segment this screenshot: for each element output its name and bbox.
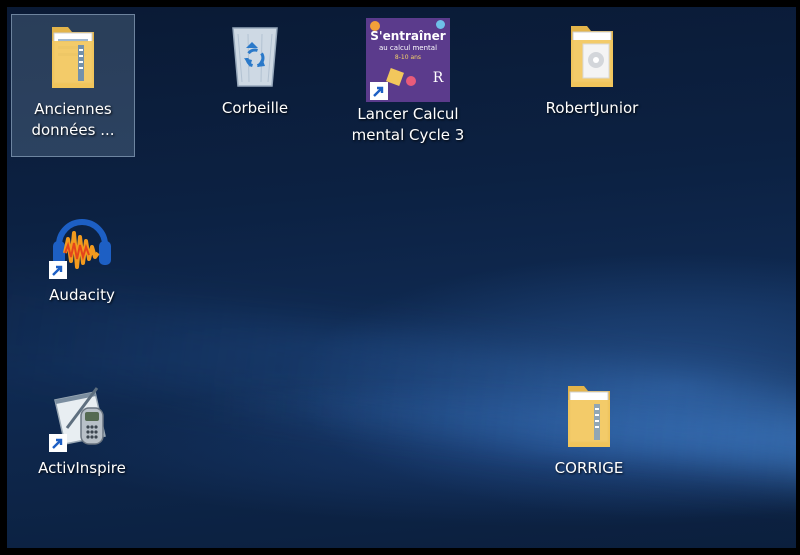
shortcut-arrow-icon <box>49 261 67 279</box>
shortcut-arrow-icon <box>49 434 67 452</box>
app-icon-subtitle: au calcul mental <box>378 44 438 52</box>
folder-icon <box>557 18 627 92</box>
activinspire-icon <box>47 378 117 452</box>
shortcut-arrow-icon <box>370 82 388 100</box>
desktop-icon-anciennes-donnees[interactable]: Anciennes données ... <box>11 14 135 157</box>
app-icon-title: S'entraîner <box>370 29 446 43</box>
desktop-icon-robertjunior[interactable]: RobertJunior <box>530 14 654 119</box>
icon-label-line: mental Cycle 3 <box>351 126 465 144</box>
audacity-icon <box>47 205 117 279</box>
app-icon-age: 8-10 ans <box>394 54 422 61</box>
desktop-icon-corbeille[interactable]: Corbeille <box>193 14 317 119</box>
icon-label-line: Anciennes <box>34 100 112 118</box>
recycle-bin-icon <box>220 18 290 92</box>
desktop: Anciennes données ... Corbeille S'entraî… <box>7 7 796 548</box>
calcul-mental-app-icon: S'entraîner au calcul mental 8-10 ans R <box>366 18 450 102</box>
icon-label-line: CORRIGE <box>554 459 624 477</box>
desktop-icon-calcul-mental[interactable]: S'entraîner au calcul mental 8-10 ans R … <box>346 14 470 146</box>
icon-label-line: Audacity <box>49 286 115 304</box>
desktop-icon-audacity[interactable]: Audacity <box>20 201 144 306</box>
icon-label-line: ActivInspire <box>38 459 126 477</box>
icon-label-line: Lancer Calcul <box>357 105 459 123</box>
desktop-icon-activinspire[interactable]: ActivInspire <box>20 374 144 479</box>
icon-label-line: données ... <box>31 121 115 139</box>
icon-label-line: Corbeille <box>221 99 289 117</box>
desktop-icon-corrige[interactable]: CORRIGE <box>527 374 651 479</box>
icon-label-line: RobertJunior <box>545 99 639 117</box>
publisher-logo: R <box>432 70 444 86</box>
folder-icon <box>554 378 624 452</box>
folder-icon <box>38 19 108 93</box>
